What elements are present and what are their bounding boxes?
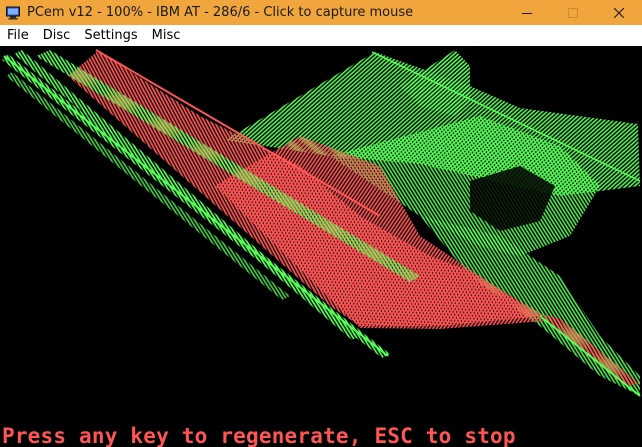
menu-file[interactable]: File (0, 26, 36, 46)
menu-misc[interactable]: Misc (145, 26, 188, 46)
maximize-button[interactable] (550, 0, 596, 25)
dos-prompt-text: Press any key to regenerate, ESC to stop (2, 424, 516, 447)
pcem-app-icon (5, 5, 21, 21)
minimize-button[interactable] (504, 0, 550, 25)
menu-disc[interactable]: Disc (36, 26, 78, 46)
emulator-screen[interactable]: Press any key to regenerate, ESC to stop (0, 46, 642, 447)
close-button[interactable] (596, 0, 642, 25)
line-art-graphics (2, 49, 641, 397)
window-title: PCem v12 - 100% - IBM AT - 286/6 - Click… (27, 5, 414, 20)
minimize-icon (522, 12, 532, 14)
close-icon (614, 7, 624, 18)
maximize-icon (568, 7, 578, 18)
title-bar[interactable]: PCem v12 - 100% - IBM AT - 286/6 - Click… (0, 0, 642, 25)
window-controls (504, 0, 642, 25)
menu-bar: File Disc Settings Misc (0, 25, 642, 47)
pcem-window: PCem v12 - 100% - IBM AT - 286/6 - Click… (0, 0, 642, 447)
menu-settings[interactable]: Settings (77, 26, 144, 46)
